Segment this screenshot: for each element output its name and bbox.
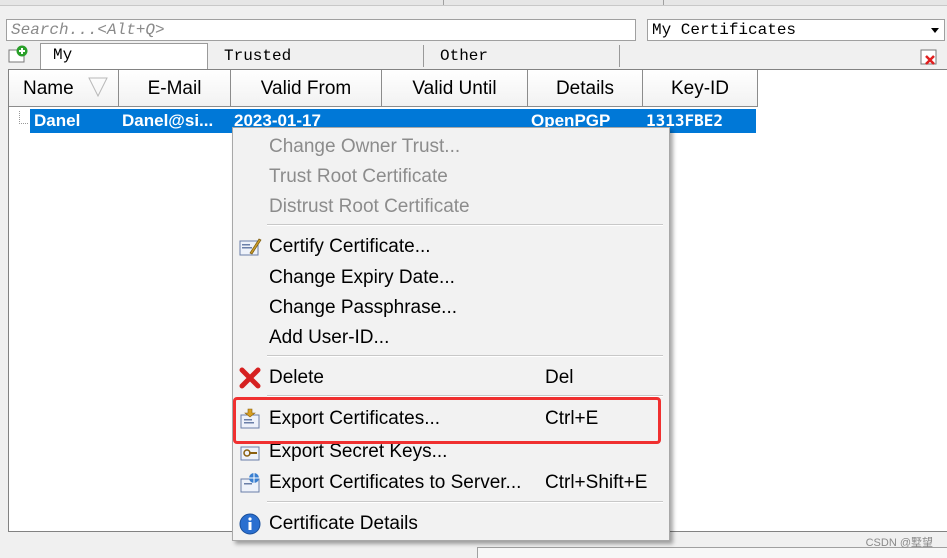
menu-item-label: Certify Certificate... xyxy=(269,236,431,257)
menu-item-label: Change Passphrase... xyxy=(269,297,458,318)
column-header-key-id[interactable]: Key-ID xyxy=(643,70,758,107)
menu-item-add-user-id[interactable]: Add User-ID... xyxy=(233,323,669,353)
certificate-filter-value: My Certificates xyxy=(652,21,797,39)
menu-item-trust-root-certificate[interactable]: Trust Root Certificate xyxy=(233,162,669,192)
column-header-valid-from[interactable]: Valid From xyxy=(231,70,382,107)
menu-item-certificate-details[interactable]: Certificate Details xyxy=(233,509,669,539)
certificate-filter-select[interactable]: My Certificates xyxy=(647,19,945,41)
search-input[interactable]: Search...<Alt+Q> xyxy=(6,19,636,41)
info-icon xyxy=(239,513,261,535)
menu-separator xyxy=(267,355,663,357)
tree-connector xyxy=(19,111,28,124)
menu-item-label: Change Expiry Date... xyxy=(269,267,455,288)
menu-item-change-expiry-date[interactable]: Change Expiry Date... xyxy=(233,263,669,293)
tab-trusted-certificates[interactable]: Trusted Certificates xyxy=(212,45,424,87)
table-header: Name E-Mail Valid From Valid Until Detai… xyxy=(9,70,758,107)
column-header-details[interactable]: Details xyxy=(528,70,643,107)
menu-separator xyxy=(267,501,663,503)
sort-ascending-icon xyxy=(88,77,108,98)
menu-item-delete[interactable]: Delete Del xyxy=(233,363,669,393)
tab-bar: My Certificates Trusted Certificates Oth… xyxy=(0,43,947,87)
watermark: CSDN @墅望 xyxy=(865,537,933,549)
chevron-down-icon[interactable] xyxy=(926,20,944,40)
menu-item-shortcut: Ctrl+Shift+E xyxy=(545,472,648,493)
export-server-icon xyxy=(240,473,260,493)
menu-item-label: Export Certificates to Server... xyxy=(269,472,522,493)
new-tab-icon[interactable] xyxy=(8,45,28,64)
menu-item-label: Distrust Root Certificate xyxy=(269,196,470,217)
menu-item-distrust-root-certificate[interactable]: Distrust Root Certificate xyxy=(233,192,669,222)
certify-icon xyxy=(239,238,262,256)
menu-item-export-certificates-to-server[interactable]: Export Certificates to Server... Ctrl+Sh… xyxy=(233,468,669,498)
tab-other-certificates[interactable]: Other Certificates xyxy=(428,45,620,87)
tab-my-certificates[interactable]: My Certificates xyxy=(40,43,208,86)
column-header-name[interactable]: Name xyxy=(9,70,119,107)
menu-separator xyxy=(267,224,663,226)
top-strip xyxy=(0,0,947,6)
column-header-email[interactable]: E-Mail xyxy=(119,70,231,107)
menu-item-change-owner-trust[interactable]: Change Owner Trust... xyxy=(233,132,669,162)
menu-item-label: Trust Root Certificate xyxy=(269,166,448,187)
close-tab-icon[interactable] xyxy=(919,47,939,66)
export-secret-key-icon xyxy=(240,446,260,461)
menu-item-label: Add User-ID... xyxy=(269,327,390,348)
column-header-valid-until[interactable]: Valid Until xyxy=(382,70,528,107)
highlight-box xyxy=(233,397,661,444)
cell-name: Danel xyxy=(34,111,81,130)
cell-email: Danel@si... xyxy=(122,111,214,130)
context-menu: Change Owner Trust... Trust Root Certifi… xyxy=(232,127,670,541)
menu-item-label: Certificate Details xyxy=(269,513,418,534)
menu-item-label: Delete xyxy=(269,367,324,388)
menu-item-certify-certificate[interactable]: Certify Certificate... xyxy=(233,232,669,262)
column-header-label: Name xyxy=(23,78,74,99)
menu-item-label: Change Owner Trust... xyxy=(269,136,461,157)
top-strip-divider xyxy=(663,0,664,5)
menu-item-shortcut: Del xyxy=(545,367,574,388)
delete-icon xyxy=(239,367,261,389)
menu-item-change-passphrase[interactable]: Change Passphrase... xyxy=(233,293,669,323)
top-strip-divider xyxy=(443,0,444,5)
